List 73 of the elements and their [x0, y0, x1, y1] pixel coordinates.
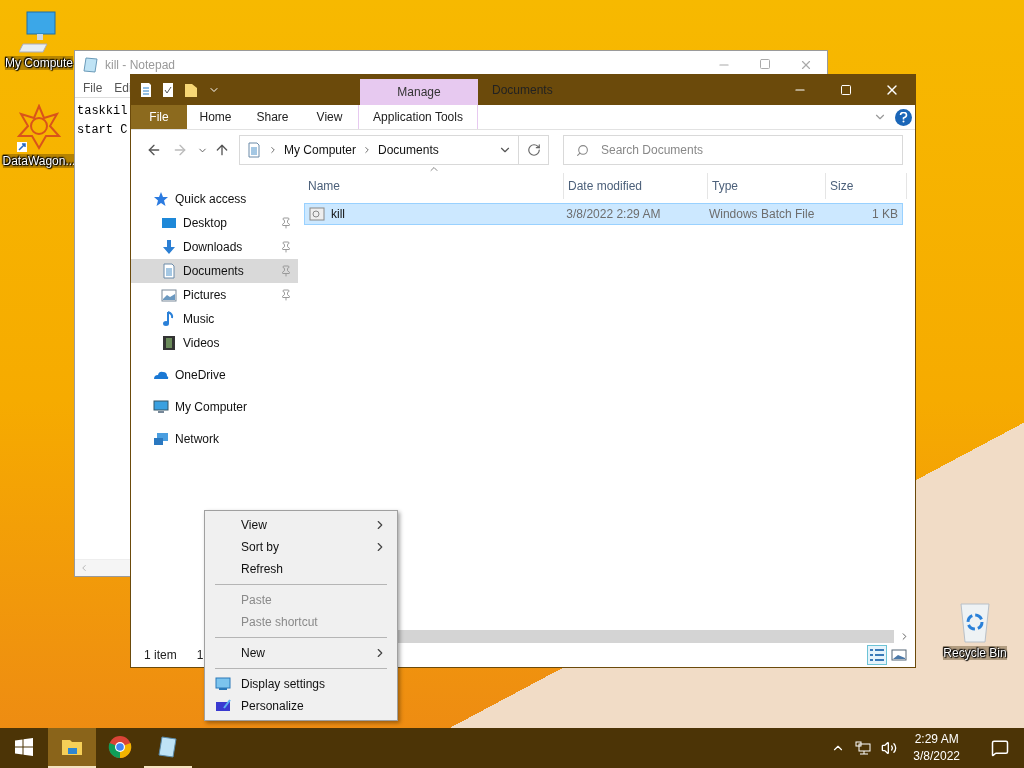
pin-icon [280, 217, 292, 229]
browser-icon [108, 735, 132, 759]
batch-file-icon [309, 207, 325, 221]
nav-item[interactable]: OneDrive [131, 363, 298, 387]
notifications-icon[interactable] [991, 739, 1009, 757]
notepad-icon [156, 735, 180, 759]
pin-icon [280, 241, 292, 253]
document-icon [161, 263, 177, 279]
nav-item[interactable]: Network [131, 427, 298, 451]
nav-item[interactable]: Videos [131, 331, 298, 355]
search-icon [576, 143, 589, 157]
nav-item[interactable]: Quick access [131, 187, 298, 211]
details-view-button[interactable] [867, 645, 887, 665]
paint-screen-icon [215, 699, 231, 713]
clock[interactable]: 2:29 AM 3/8/2022 [907, 731, 966, 765]
menu-item[interactable]: New [207, 642, 395, 664]
search-field[interactable]: Search Documents [563, 135, 903, 165]
nav-item[interactable]: My Computer [131, 395, 298, 419]
address-bar[interactable]: My Computer Documents [239, 135, 519, 165]
computer-icon [19, 10, 59, 54]
notepad-icon [83, 57, 99, 73]
document-icon [246, 142, 262, 158]
properties-icon[interactable] [140, 82, 152, 98]
ribbon-tab[interactable]: Application Tools [358, 105, 478, 129]
checkmark-page-icon[interactable] [162, 82, 174, 98]
desktop-icon [161, 215, 177, 231]
menu-item[interactable]: Sort by [207, 536, 395, 558]
nav-item[interactable]: Documents [131, 259, 298, 283]
nav-item[interactable]: Pictures [131, 283, 298, 307]
volume-icon[interactable] [881, 740, 898, 756]
network-icon [153, 431, 169, 447]
folder-icon[interactable] [184, 82, 198, 98]
menu-item[interactable]: File [83, 81, 103, 95]
nav-item[interactable]: Music [131, 307, 298, 331]
nav-item[interactable]: Downloads [131, 235, 298, 259]
help-icon[interactable] [895, 108, 912, 126]
column-header[interactable]: Type [708, 173, 826, 199]
star-icon [153, 191, 169, 207]
pictures-icon [161, 287, 177, 303]
nav-item[interactable]: Desktop [131, 211, 298, 235]
computer-icon [153, 399, 169, 415]
refresh-button[interactable] [519, 135, 549, 165]
column-header[interactable]: Name [304, 173, 564, 199]
breadcrumb-separator-icon [268, 145, 278, 155]
selection-count: 1 [196, 648, 204, 662]
menu-item[interactable]: View [207, 514, 395, 536]
pin-icon [280, 265, 292, 277]
table-cell-text: 3/8/2022 2:29 AM [565, 207, 662, 221]
star-logo-icon [17, 104, 61, 152]
refresh-icon [526, 143, 541, 157]
ribbon-tab[interactable]: File [131, 105, 187, 129]
download-arrow-icon [161, 239, 177, 255]
monitor-icon [215, 677, 231, 691]
windows-logo-icon [15, 738, 33, 756]
item-count: 1 item [144, 648, 177, 662]
table-cell-text: Windows Batch File [707, 207, 816, 221]
column-header[interactable]: Size [826, 173, 907, 199]
window-title: Documents [491, 82, 553, 99]
text-line: taskkil [77, 103, 128, 120]
text-line: start C [77, 122, 128, 139]
column-header[interactable]: Date modified [564, 173, 708, 199]
menu-item[interactable]: Personalize [207, 695, 395, 717]
context-tab[interactable]: Manage [360, 79, 478, 105]
table-cell-text: 1 KB [871, 207, 899, 221]
window-title: kill - Notepad [105, 58, 176, 72]
file-name: kill [331, 207, 345, 221]
file-row[interactable]: kill 3/8/2022 2:29 AM Windows Batch File 1 KB [304, 203, 903, 225]
film-icon [161, 335, 177, 351]
menu-item[interactable]: Refresh [207, 558, 395, 580]
taskbar-app-button[interactable] [48, 728, 96, 768]
network-icon[interactable] [855, 741, 872, 755]
menu-item[interactable]: Display settings [207, 673, 395, 695]
pin-icon [280, 289, 292, 301]
